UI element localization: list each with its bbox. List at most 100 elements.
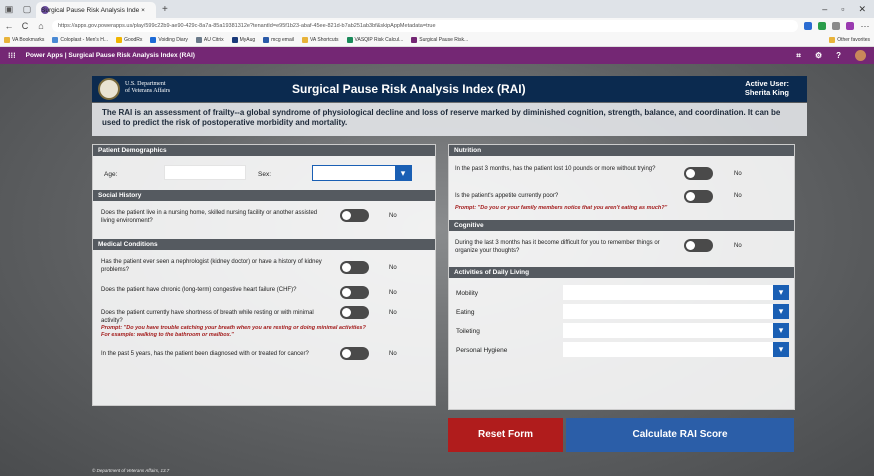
settings-gear-icon[interactable]: ⚙ xyxy=(815,51,822,60)
favorite-star-icon[interactable] xyxy=(804,22,812,30)
calculate-rai-score-button[interactable]: Calculate RAI Score xyxy=(566,418,794,452)
sex-dropdown[interactable]: ▾ xyxy=(312,165,412,181)
app-header: U.S. Department of Veterans Affairs Surg… xyxy=(92,76,807,102)
site-icon xyxy=(52,37,59,43)
adl-label-eating: Eating xyxy=(456,309,475,316)
kidney-toggle[interactable] xyxy=(340,261,369,274)
page-title: Surgical Pause Risk Analysis Index (RAI) xyxy=(292,82,526,96)
bookmark-item[interactable]: AU Citrix xyxy=(195,37,224,43)
rai-description: The RAI is an assessment of frailty--a g… xyxy=(92,103,807,136)
other-favorites[interactable]: Other favorites xyxy=(829,37,870,43)
tab-actions-icon[interactable]: ▢ xyxy=(18,4,36,15)
va-seal-icon xyxy=(98,78,120,100)
nursing-home-value: No xyxy=(389,213,397,219)
address-bar-row: ← C ⌂ https://apps.gov.powerapps.us/play… xyxy=(0,18,874,34)
folder-icon xyxy=(4,37,10,43)
toggle-knob xyxy=(686,241,695,250)
toggle-knob xyxy=(342,211,351,220)
url-text: https://apps.gov.powerapps.us/play/599c2… xyxy=(58,23,436,29)
powerapps-actions: ⌗ ⚙ ? xyxy=(796,50,866,61)
close-icon[interactable]: ✕ xyxy=(858,4,866,15)
more-options-icon[interactable]: ⋯ xyxy=(860,21,870,32)
adl-label-personal-hygiene: Personal Hygiene xyxy=(456,347,508,354)
weight-loss-toggle[interactable] xyxy=(684,167,713,180)
chf-toggle[interactable] xyxy=(340,286,369,299)
mobility-dropdown[interactable]: ▾ xyxy=(563,285,789,300)
help-icon[interactable]: ? xyxy=(836,51,841,60)
site-icon xyxy=(346,37,353,43)
memory-toggle[interactable] xyxy=(684,239,713,252)
bookmark-item[interactable]: Coloplast - Men's H... xyxy=(52,37,108,43)
question-memory: During the last 3 months has it become d… xyxy=(455,240,660,254)
minimize-icon[interactable]: – xyxy=(822,4,827,15)
appetite-toggle[interactable] xyxy=(684,190,713,203)
adl-label-mobility: Mobility xyxy=(456,290,479,297)
maximize-icon[interactable]: ▫ xyxy=(841,4,844,15)
home-icon[interactable]: ⌂ xyxy=(36,21,46,31)
bookmark-item[interactable]: VA Shortcuts xyxy=(301,37,339,43)
bookmark-item[interactable]: mcg email xyxy=(263,37,294,43)
site-icon xyxy=(231,37,238,43)
toggle-knob xyxy=(686,169,695,178)
site-icon xyxy=(195,37,202,43)
profile-icon[interactable] xyxy=(846,22,854,30)
question-appetite: Is the patient's appetite currently poor… xyxy=(455,193,559,199)
site-icon xyxy=(150,37,157,43)
fullscreen-icon[interactable]: ⌗ xyxy=(796,51,801,61)
app-launcher-icon[interactable]: ⁝⁝⁝ xyxy=(8,51,16,60)
browser-tab[interactable]: Surgical Pause Risk Analysis Inde × xyxy=(36,2,156,18)
kidney-value: No xyxy=(389,265,397,271)
site-icon xyxy=(116,37,123,43)
chevron-down-icon: ▾ xyxy=(395,166,411,180)
bookmark-item[interactable]: VA Bookmarks xyxy=(4,37,44,43)
nursing-home-toggle[interactable] xyxy=(340,209,369,222)
chevron-down-icon: ▾ xyxy=(773,342,789,357)
question-cancer: In the past 5 years, has the patient bee… xyxy=(101,351,309,357)
section-patient-demographics: Patient Demographics xyxy=(93,145,435,156)
personal-hygiene-dropdown[interactable]: ▾ xyxy=(563,342,789,357)
question-weight-loss: In the past 3 months, has the patient lo… xyxy=(455,166,656,172)
appetite-value: No xyxy=(734,193,742,199)
question-nursing-home: Does the patient live in a nursing home,… xyxy=(101,210,318,224)
cancer-toggle[interactable] xyxy=(340,347,369,360)
toileting-dropdown[interactable]: ▾ xyxy=(563,323,789,338)
workspaces-icon[interactable]: ▣ xyxy=(0,4,18,15)
url-field[interactable]: https://apps.gov.powerapps.us/play/599c2… xyxy=(52,20,798,32)
tab-title: Surgical Pause Risk Analysis Inde × xyxy=(41,6,145,14)
section-cognitive: Cognitive xyxy=(449,220,794,231)
toggle-knob xyxy=(342,349,351,358)
browser-tab-bar: ▣ ▢ Surgical Pause Risk Analysis Inde × … xyxy=(0,0,874,18)
bookmark-item[interactable]: MyAug xyxy=(231,37,255,43)
question-shortness-of-breath: Does the patient currently have shortnes… xyxy=(101,310,314,324)
shortness-of-breath-toggle[interactable] xyxy=(340,306,369,319)
weight-loss-value: No xyxy=(734,171,742,177)
new-tab-button[interactable]: + xyxy=(162,4,168,15)
toggle-knob xyxy=(686,192,695,201)
question-chf: Does the patient have chronic (long-term… xyxy=(101,287,297,293)
avatar[interactable] xyxy=(855,50,866,61)
refresh-icon[interactable]: C xyxy=(20,21,30,31)
bookmark-item[interactable]: Surgical Pause Risk... xyxy=(411,37,468,43)
active-user: Active User: Sherita King xyxy=(744,79,789,97)
powerapps-title: Power Apps | Surgical Pause Risk Analysi… xyxy=(25,52,195,59)
back-icon[interactable]: ← xyxy=(4,21,14,31)
appetite-prompt: Prompt: "Do you or your family members n… xyxy=(455,205,668,211)
section-activities-daily-living: Activities of Daily Living xyxy=(449,267,794,278)
extension-icon[interactable] xyxy=(818,22,826,30)
eating-dropdown[interactable]: ▾ xyxy=(563,304,789,319)
footer-copyright: © Department of Veterans Affairs, 13.7 xyxy=(92,468,170,473)
section-medical-conditions: Medical Conditions xyxy=(93,239,435,250)
age-input[interactable] xyxy=(164,165,246,180)
folder-icon xyxy=(829,37,836,43)
bookmark-item[interactable]: VASQIP Risk Calcul... xyxy=(346,37,403,43)
toggle-knob xyxy=(342,308,351,317)
reset-form-button[interactable]: Reset Form xyxy=(448,418,563,452)
question-kidney: Has the patient ever seen a nephrologist… xyxy=(101,259,322,273)
chevron-down-icon: ▾ xyxy=(773,304,789,319)
collections-icon[interactable] xyxy=(832,22,840,30)
bookmark-item[interactable]: GoodRx xyxy=(116,37,142,43)
shortness-of-breath-prompt: Prompt: "Do you have trouble catching yo… xyxy=(101,325,366,338)
folder-icon xyxy=(301,37,308,43)
toggle-knob xyxy=(342,288,351,297)
bookmark-item[interactable]: Voiding Diary xyxy=(150,37,188,43)
